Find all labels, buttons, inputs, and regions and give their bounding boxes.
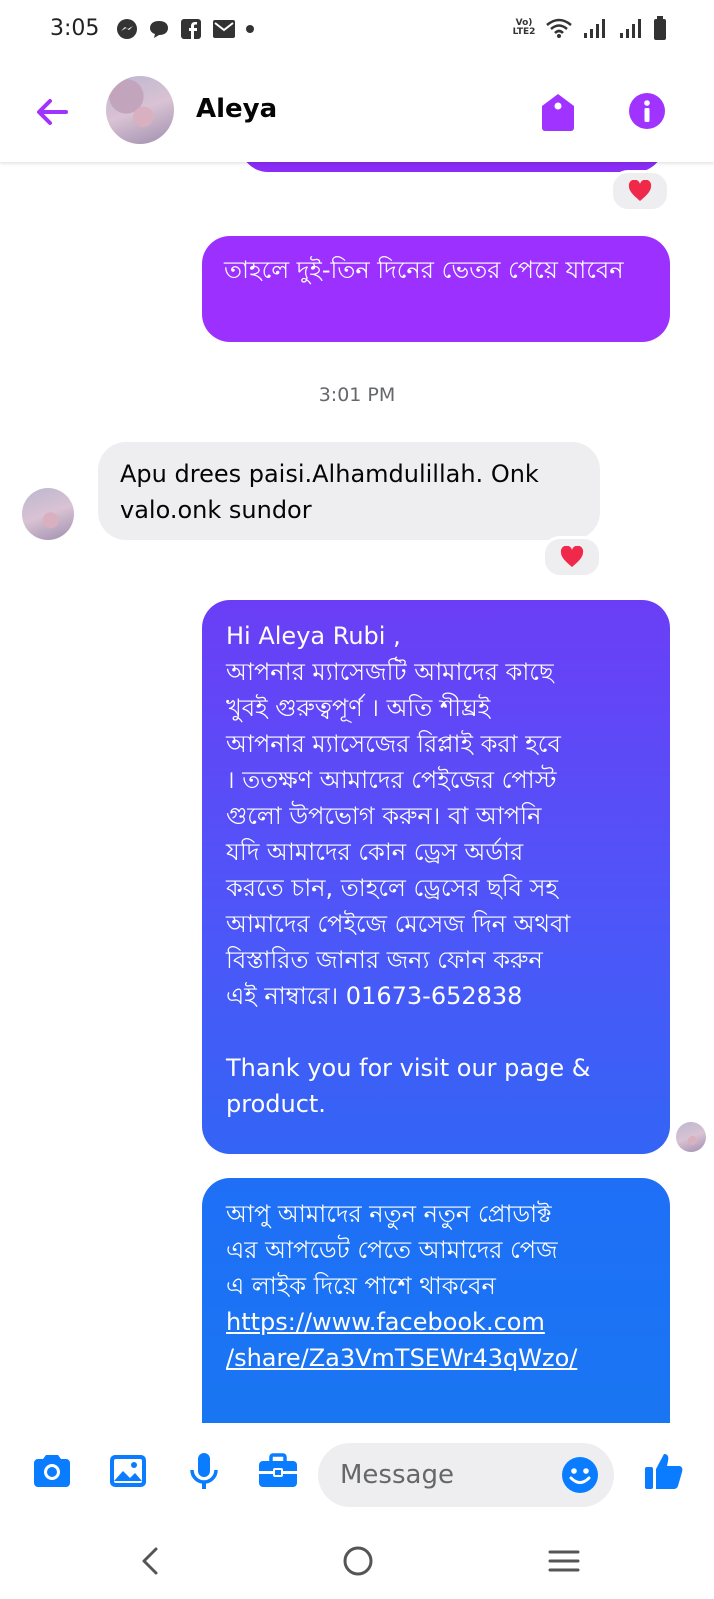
nav-home-icon[interactable] [336,1539,380,1583]
message-bubble-partial[interactable] [240,162,664,172]
chat-bubble-icon [150,21,168,38]
camera-icon[interactable] [30,1449,74,1493]
notification-icons [116,18,254,40]
message-bubble-outgoing[interactable]: আপু আমাদের নতুন নতুন প্রোডাক্ট এর আপডেট … [202,1178,670,1423]
message-line: আপু আমাদের নতুন নতুন প্রোডাক্ট [226,1200,552,1228]
heart-icon [560,546,584,567]
nav-recents-icon[interactable] [542,1539,586,1583]
message-text: তাহলে দুই-তিন দিনের ভেতর পেয়ে যাবেন [224,256,624,284]
message-line: । ততক্ষণ আমাদের পেইজের পোস্ট [226,766,557,794]
dot-icon [246,25,254,33]
message-link[interactable]: /share/Za3VmTSEWr43qWzo/ [226,1340,646,1376]
contact-avatar[interactable] [106,76,174,144]
message-bubble-outgoing[interactable]: Hi Aleya Rubi , আপনার ম্যাসেজটি আমাদের ক… [202,600,670,1154]
message-line-blank [226,1014,646,1050]
heart-icon [628,180,652,201]
status-bar: 3:05 Vo) LTE2 [0,0,714,62]
reaction-heart[interactable] [542,536,602,578]
message-line: Hi Aleya Rubi , [226,622,401,650]
message-text: Apu drees paisi.Alhamdulillah. Onk valo.… [120,460,539,524]
message-timestamp: 3:01 PM [318,384,396,406]
message-line: খুবই গুরুত্বপূর্ণ । অতি শীঘ্রই [226,694,491,722]
reaction-heart[interactable] [610,170,670,212]
emoji-icon[interactable] [560,1455,600,1495]
facebook-icon [181,19,201,39]
signal-icon [620,19,641,38]
briefcase-icon[interactable] [256,1449,300,1493]
message-link[interactable]: https://www.facebook.com [226,1304,646,1340]
message-line: যদি আমাদের কোন ড্রেস অর্ডার [226,838,524,866]
tag-icon[interactable] [540,92,576,132]
message-line: গুলো উপভোগ করুন। বা আপনি [226,802,542,830]
message-bubble-incoming[interactable]: Apu drees paisi.Alhamdulillah. Onk valo.… [98,442,600,540]
message-line: এ লাইক দিয়ে পাশে থাকবেন [226,1272,496,1300]
signal-icon [584,19,605,38]
message-line: বিস্তারিত জানার জন্য ফোন করুন [226,946,543,974]
like-icon[interactable] [642,1449,686,1493]
message-list[interactable]: তাহলে দুই-তিন দিনের ভেতর পেয়ে যাবেন 3:0… [0,162,714,1423]
message-line: product. [226,1090,326,1118]
message-composer [0,1423,714,1523]
network-label: Vo) LTE2 [512,18,536,37]
info-icon[interactable] [628,92,666,130]
system-nav-bar [0,1523,714,1599]
message-line: Thank you for visit our page & [226,1054,591,1082]
status-time: 3:05 [50,16,100,41]
message-line: আমাদের পেইজে মেসেজ দিন অথবা [226,910,571,938]
messenger-icon [117,19,137,39]
message-line: এই নাম্বারে। 01673-652838 [226,982,523,1010]
gallery-icon[interactable] [106,1449,150,1493]
chat-header: Aleya [0,62,714,162]
contact-name[interactable]: Aleya [196,94,277,124]
system-icons: Vo) LTE2 [512,16,666,40]
nav-back-icon[interactable] [130,1539,174,1583]
back-arrow-icon[interactable] [30,90,74,134]
wifi-icon [546,18,572,38]
message-line: আপনার ম্যাসেজটি আমাদের কাছে [226,658,554,686]
microphone-icon[interactable] [182,1449,226,1493]
message-line: এর আপডেট পেতে আমাদের পেজ [226,1236,558,1264]
mail-icon [213,20,235,38]
message-bubble-outgoing[interactable]: তাহলে দুই-তিন দিনের ভেতর পেয়ে যাবেন [202,236,670,342]
message-line: আপনার ম্যাসেজের রিপ্লাই করা হবে [226,730,561,758]
message-line: করতে চান, তাহলে ড্রেসের ছবি সহ [226,874,559,902]
battery-icon [654,16,666,40]
seen-avatar [676,1122,706,1152]
sender-avatar[interactable] [22,488,74,540]
